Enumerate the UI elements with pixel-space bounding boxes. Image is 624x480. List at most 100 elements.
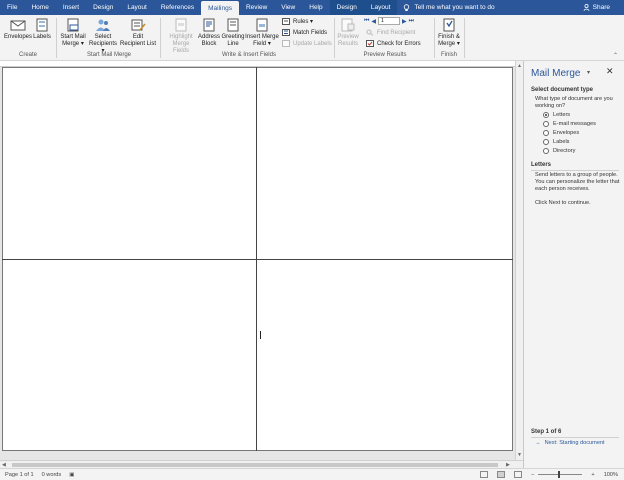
letters-heading: Letters [531, 162, 552, 168]
zoom-out-icon[interactable]: − [531, 472, 534, 478]
horizontal-scrollbar[interactable]: ◀ ▶ [0, 460, 523, 468]
scroll-down-icon[interactable]: ▼ [517, 452, 522, 458]
envelopes-button[interactable]: Envelopes [4, 18, 32, 41]
tab-design[interactable]: Design [86, 0, 120, 15]
preview-results-l2: Results [337, 41, 358, 47]
record-navigator: ⏮ ◀ 1 ▶ ⏭ [364, 17, 414, 25]
share-label: Share [592, 4, 610, 11]
start-mail-merge-button[interactable]: Start Mail Merge ▾ [60, 18, 86, 48]
next-step-label: Next: Starting document [544, 440, 605, 446]
rules-label: Rules ▾ [293, 19, 314, 25]
tab-references[interactable]: References [154, 0, 201, 15]
group-preview-label: Preview Results [363, 52, 407, 58]
record-number-input[interactable]: 1 [378, 17, 401, 25]
tab-help[interactable]: Help [302, 0, 329, 15]
start-mail-merge-l1: Start Mail [60, 34, 86, 40]
person-icon [583, 4, 590, 11]
last-record-icon[interactable]: ⏭ [409, 18, 414, 25]
update-labels-button[interactable]: Update Labels [282, 40, 332, 47]
select-recipients-button[interactable]: Select Recipients ▾ [87, 18, 119, 55]
start-mail-merge-l2: Merge ▾ [62, 41, 84, 47]
address-block-icon [203, 18, 215, 32]
tab-mailings[interactable]: Mailings [201, 1, 239, 15]
previous-record-icon[interactable]: ◀ [371, 18, 376, 25]
tab-table-design[interactable]: Design [329, 0, 364, 15]
zoom-slider-thumb[interactable] [558, 471, 561, 478]
first-record-icon[interactable]: ⏮ [364, 18, 369, 25]
pane-options-dropdown-icon[interactable]: ▾ [587, 69, 590, 76]
update-labels-icon [282, 40, 290, 47]
print-layout-icon[interactable] [497, 471, 506, 478]
greeting-line-l2: Line [227, 41, 239, 47]
focus-view-icon[interactable] [480, 471, 489, 478]
status-bar: Page 1 of 1 0 words ▣ − + 100% [0, 468, 624, 480]
people-icon [96, 19, 110, 31]
greeting-line-icon [227, 18, 239, 32]
envelope-icon [10, 20, 26, 31]
highlight-merge-fields-button[interactable]: Highlight Merge Fields [164, 18, 198, 55]
zoom-slider[interactable] [538, 471, 583, 478]
collapse-ribbon-icon[interactable]: ⌃ [613, 52, 618, 59]
address-block-l2: Block [201, 41, 217, 47]
preview-results-button[interactable]: Preview Results [337, 18, 359, 48]
zoom-in-icon[interactable]: + [591, 472, 594, 478]
web-layout-icon[interactable] [514, 471, 523, 478]
address-block-button[interactable]: Address Block [198, 18, 220, 48]
envelopes-label: Envelopes [3, 34, 33, 40]
radio-label: E-mail messages [553, 121, 596, 127]
radio-labels[interactable]: Labels [543, 139, 569, 145]
finish-merge-button[interactable]: Finish & Merge ▾ [436, 18, 462, 48]
labels-label: Labels [33, 34, 51, 40]
arrow-right-icon: → [535, 440, 541, 446]
radio-label: Letters [553, 112, 571, 118]
proofing-icon[interactable]: ▣ [69, 472, 74, 478]
word-count[interactable]: 0 words [42, 472, 62, 478]
finish-merge-icon [443, 18, 455, 32]
rules-button[interactable]: Rules ▾ [282, 18, 313, 25]
next-record-icon[interactable]: ▶ [402, 18, 407, 25]
tab-home[interactable]: Home [24, 0, 55, 15]
match-fields-button[interactable]: Match Fields [282, 29, 327, 36]
tab-view[interactable]: View [274, 0, 302, 15]
tab-table-layout[interactable]: Layout [363, 0, 398, 15]
rules-icon [282, 18, 290, 25]
insert-merge-field-button[interactable]: Insert Merge Field ▾ [245, 18, 279, 48]
tab-file[interactable]: File [0, 0, 24, 15]
select-recipients-l1: Select [94, 34, 112, 40]
preview-results-l1: Preview [337, 34, 359, 40]
tab-insert[interactable]: Insert [56, 0, 86, 15]
insert-merge-field-l1: Insert Merge [245, 34, 279, 40]
radio-directory[interactable]: Directory [543, 148, 575, 154]
group-create-label: Create [18, 52, 37, 58]
find-recipient-label: Find Recipient [377, 29, 416, 36]
address-block-l1: Address [198, 34, 221, 40]
tab-review[interactable]: Review [239, 0, 274, 15]
greeting-line-l1: Greeting [221, 34, 245, 40]
radio-envelopes[interactable]: Envelopes [543, 130, 579, 136]
radio-email-messages[interactable]: E-mail messages [543, 121, 596, 127]
zoom-level[interactable]: 100% [604, 472, 618, 478]
vertical-scrollbar[interactable]: ▲ ▼ [515, 61, 523, 461]
edit-recipient-list-button[interactable]: Edit Recipient List [119, 18, 157, 48]
document-type-question: What type of document are you working on… [535, 96, 613, 109]
page-count[interactable]: Page 1 of 1 [5, 472, 34, 478]
tell-me-text: Tell me what you want to do [414, 4, 495, 11]
scroll-up-icon[interactable]: ▲ [517, 63, 522, 69]
document-mail-icon [67, 18, 79, 32]
labels-button[interactable]: Labels [32, 18, 52, 41]
radio-letters[interactable]: Letters [543, 112, 570, 118]
text-cursor [260, 331, 261, 339]
check-for-errors-button[interactable]: Check for Errors [366, 40, 421, 47]
finish-merge-l1: Finish & [438, 34, 460, 40]
close-icon[interactable]: ✕ [606, 66, 614, 77]
next-step-link[interactable]: → Next: Starting document [535, 440, 605, 446]
greeting-line-button[interactable]: Greeting Line [221, 18, 245, 48]
horizontal-scroll-thumb[interactable] [12, 463, 498, 467]
ribbon-separator [334, 18, 335, 58]
tell-me-box[interactable]: Tell me what you want to do [403, 0, 495, 15]
share-button[interactable]: Share [583, 0, 610, 15]
tab-layout[interactable]: Layout [120, 0, 154, 15]
edit-list-icon [131, 19, 146, 31]
find-recipient-button[interactable]: Find Recipient [366, 29, 415, 36]
labels-icon [36, 18, 48, 32]
